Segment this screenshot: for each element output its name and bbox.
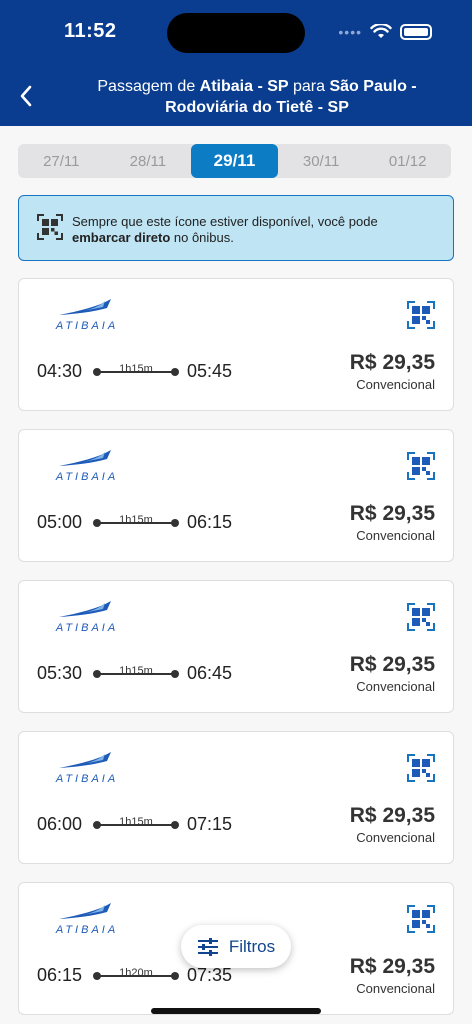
board-direct-icon [407, 603, 435, 636]
route-title-prefix: Passagem de [97, 78, 200, 95]
trip-card[interactable]: ATIBAIA 04:30 1h15m 05:45 R$ 29,35 Conve… [18, 278, 454, 411]
date-tab[interactable]: 27/11 [18, 144, 105, 178]
back-button[interactable] [12, 82, 40, 110]
departure-time: 06:15 [37, 965, 83, 985]
date-selector: 27/11 28/11 29/11 30/11 01/12 [18, 144, 451, 178]
trip-card[interactable]: ATIBAIA 06:00 1h15m 07:15 R$ 29,35 Conve… [18, 731, 454, 864]
departure-time: 04:30 [37, 361, 83, 381]
svg-text:ATIBAIA: ATIBAIA [55, 622, 118, 633]
seat-class: Convencional [356, 377, 435, 392]
date-tab[interactable]: 01/12 [364, 144, 451, 178]
trip-price: R$ 29,35 [349, 804, 435, 827]
info-text-end: no ônibus. [170, 230, 234, 245]
app-header: 11:52 •••• Passagem de Atibaia - SP para… [0, 0, 472, 126]
battery-icon [400, 24, 432, 40]
trip-duration: 1h15m [119, 665, 153, 677]
dynamic-island [167, 13, 305, 53]
arrival-time: 06:15 [187, 512, 233, 532]
status-time: 11:52 [64, 20, 117, 42]
trip-list: ATIBAIA 04:30 1h15m 05:45 R$ 29,35 Conve… [18, 278, 454, 1024]
trip-price: R$ 29,35 [349, 955, 435, 978]
trip-card[interactable]: ATIBAIA 05:30 1h15m 06:45 R$ 29,35 Conve… [18, 580, 454, 713]
svg-text:ATIBAIA: ATIBAIA [55, 924, 118, 935]
filters-button[interactable]: Filtros [181, 925, 291, 968]
trip-duration: 1h15m [119, 816, 153, 828]
trip-timeline [93, 670, 179, 678]
board-direct-icon [37, 214, 63, 240]
board-direct-icon [407, 754, 435, 787]
route-title: Passagem de Atibaia - SP para São Paulo … [72, 76, 442, 118]
signal-dots-icon: •••• [338, 24, 362, 40]
info-text-start: Sempre que este ícone estiver disponível… [72, 214, 378, 229]
home-indicator [151, 1008, 321, 1014]
company-logo: ATIBAIA [39, 599, 135, 638]
svg-text:ATIBAIA: ATIBAIA [55, 471, 118, 482]
info-banner: Sempre que este ícone estiver disponível… [18, 195, 454, 261]
wifi-icon [370, 24, 392, 38]
info-banner-text: Sempre que este ícone estiver disponível… [72, 214, 439, 246]
svg-text:ATIBAIA: ATIBAIA [55, 773, 118, 784]
company-logo: ATIBAIA [39, 901, 135, 940]
departure-time: 06:00 [37, 814, 83, 834]
seat-class: Convencional [356, 981, 435, 996]
trip-duration: 1h15m [119, 514, 153, 526]
info-text-bold: embarcar direto [72, 230, 171, 245]
date-tab[interactable]: 29/11 [191, 144, 278, 178]
seat-class: Convencional [356, 679, 435, 694]
company-logo: ATIBAIA [39, 750, 135, 789]
chevron-left-icon [20, 85, 32, 107]
trip-duration: 1h15m [119, 363, 153, 375]
departure-time: 05:00 [37, 512, 83, 532]
seat-class: Convencional [356, 830, 435, 845]
trip-duration: 1h20m [119, 967, 153, 979]
trip-timeline [93, 821, 179, 829]
board-direct-icon [407, 452, 435, 485]
filters-label: Filtros [228, 936, 276, 956]
trip-price: R$ 29,35 [349, 653, 435, 676]
trip-card[interactable]: ATIBAIA 05:00 1h15m 06:15 R$ 29,35 Conve… [18, 429, 454, 562]
arrival-time: 06:45 [187, 663, 233, 683]
seat-class: Convencional [356, 528, 435, 543]
trip-timeline [93, 519, 179, 527]
company-logo: ATIBAIA [39, 448, 135, 487]
arrival-time: 05:45 [187, 361, 233, 381]
trip-timeline [93, 368, 179, 376]
departure-time: 05:30 [37, 663, 83, 683]
board-direct-icon [407, 301, 435, 334]
date-tab[interactable]: 28/11 [105, 144, 192, 178]
route-origin: Atibaia - SP [199, 78, 289, 95]
trip-price: R$ 29,35 [349, 351, 435, 374]
route-connector: para [288, 78, 330, 95]
arrival-time: 07:15 [187, 814, 233, 834]
trip-price: R$ 29,35 [349, 502, 435, 525]
board-direct-icon [407, 905, 435, 938]
trip-timeline [93, 972, 179, 980]
arrival-time: 07:35 [187, 965, 233, 985]
date-tab[interactable]: 30/11 [278, 144, 365, 178]
status-icons: •••• [338, 24, 432, 40]
company-logo: ATIBAIA [39, 297, 135, 336]
sliders-icon [197, 937, 218, 956]
svg-text:ATIBAIA: ATIBAIA [55, 320, 118, 331]
